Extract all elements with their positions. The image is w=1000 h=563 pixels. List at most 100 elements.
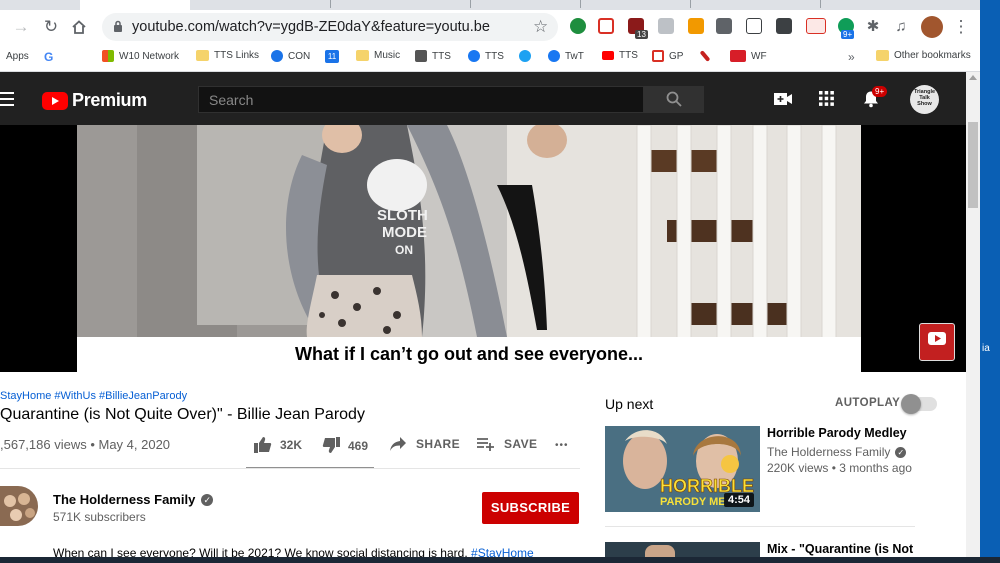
apps-grid-icon[interactable] — [819, 91, 834, 111]
caption-bar: What if I can’t go out and see everyone.… — [77, 337, 861, 372]
sign-extension-icon[interactable] — [806, 18, 826, 34]
channel-name[interactable]: The Holderness Family ✓ — [53, 492, 214, 507]
svg-text:SLOTH: SLOTH — [377, 207, 428, 224]
bookmark-twitter[interactable] — [519, 50, 536, 62]
youtube-header: Premium Search 9+ Triangle Talk Show — [0, 72, 966, 125]
bookmark-twt[interactable]: TwT — [548, 50, 584, 62]
bookmark-star-icon[interactable]: ☆ — [533, 17, 548, 37]
verified-check-icon: ✓ — [201, 493, 214, 506]
info-extension-icon[interactable] — [776, 18, 792, 34]
address-bar[interactable]: youtube.com/watch?v=ygdB-ZE0daY&feature=… — [102, 13, 558, 41]
subscribe-button[interactable]: SUBSCRIBE — [482, 492, 579, 524]
channel-avatar[interactable] — [0, 486, 38, 526]
reload-icon[interactable]: ↻ — [40, 16, 62, 38]
bookmark-feather[interactable] — [699, 50, 712, 62]
up-next-heading: Up next — [605, 396, 654, 412]
hashtags-line[interactable]: StayHome #WithUs #BillieJeanParody — [0, 390, 187, 402]
verified-check-icon: ✓ — [895, 446, 907, 458]
bookmark-tts-links[interactable]: TTS Links — [196, 50, 259, 61]
facebook-icon — [468, 50, 480, 62]
menu-kebab-icon[interactable]: ⋮ — [950, 16, 972, 38]
wf-icon — [730, 50, 746, 62]
desktop-label: ia — [982, 343, 990, 354]
share-button[interactable]: SHARE — [390, 437, 460, 451]
comment-extension-icon[interactable] — [658, 18, 674, 34]
hamburger-menu-icon[interactable] — [0, 92, 14, 106]
premium-wordmark: Premium — [72, 90, 147, 110]
like-button[interactable]: 32K — [254, 436, 302, 453]
media-queue-icon[interactable]: ♫ — [890, 16, 912, 38]
video-player[interactable]: SLOTH MODE ON What if I can’t go out and… — [0, 125, 966, 372]
bookmark-google[interactable]: G — [44, 50, 53, 64]
search-icon — [666, 91, 682, 112]
tab-strip — [0, 0, 1000, 10]
create-video-icon[interactable] — [774, 92, 792, 111]
like-count: 32K — [280, 437, 303, 452]
subscribe-label: SUBSCRIBE — [490, 500, 571, 515]
more-actions-icon[interactable]: ••• — [555, 440, 569, 451]
bookmark-calendar[interactable]: 11 — [325, 50, 344, 63]
feather-icon — [699, 50, 711, 62]
bookmark-con[interactable]: CON — [271, 50, 310, 62]
youtube-logo[interactable]: Premium — [42, 90, 147, 111]
gmail-icon — [652, 50, 664, 62]
rss-extension-icon[interactable] — [688, 18, 704, 34]
autoplay-toggle[interactable] — [901, 394, 937, 414]
bookmark-tts-facebook[interactable]: TTS — [468, 50, 504, 62]
windows-icon — [102, 50, 114, 62]
contact-icon — [271, 50, 283, 62]
bookmark-music[interactable]: Music — [356, 50, 400, 61]
page-scrollbar[interactable] — [966, 72, 980, 557]
plus-extension-icon[interactable] — [746, 18, 762, 34]
scroll-thumb[interactable] — [968, 122, 978, 208]
video-title: Quarantine (is Not Quite Over)" - Billie… — [0, 406, 365, 423]
bookmark-tts[interactable]: TTS — [415, 50, 451, 62]
twitter-icon — [519, 50, 531, 62]
tts-icon — [415, 50, 427, 62]
subscriber-count: 571K subscribers — [53, 510, 146, 524]
puzzle-icon[interactable]: ✱ — [862, 16, 884, 38]
forward-icon[interactable]: → — [10, 16, 32, 38]
rec-thumbnail[interactable]: HORRIBLE PARODY ME 4:54 — [605, 426, 760, 512]
rec-title-2[interactable]: Mix - "Quarantine (is Not — [767, 542, 913, 556]
browser-toolbar: → ↻ youtube.com/watch?v=ygdB-ZE0daY&feat… — [0, 10, 980, 44]
bookmark-tts-youtube[interactable]: TTS — [602, 50, 638, 61]
scroll-up-arrow[interactable] — [969, 75, 977, 80]
caption-text: What if I can’t go out and see everyone.… — [294, 344, 644, 364]
gmail-extension-icon[interactable] — [598, 18, 614, 34]
browser-tab[interactable] — [80, 0, 190, 10]
account-avatar[interactable]: Triangle Talk Show — [910, 85, 939, 114]
rec-thumbnail-2[interactable] — [605, 542, 760, 557]
dislike-button[interactable]: 469 — [322, 437, 368, 454]
youtube-icon — [602, 51, 614, 60]
bookmark-wf[interactable]: WF — [730, 50, 767, 62]
pin-extension-icon[interactable] — [716, 18, 732, 34]
desktop-background: ia — [980, 0, 1000, 557]
bookmark-apps[interactable]: Apps — [6, 50, 29, 62]
bookmarks-overflow[interactable]: » — [848, 50, 855, 64]
svg-text:MODE: MODE — [382, 224, 427, 241]
rec-channel[interactable]: The Holderness Family ✓ — [767, 445, 907, 459]
save-button[interactable]: SAVE — [477, 437, 537, 451]
svg-text:PARODY ME: PARODY ME — [660, 496, 726, 508]
extension-green-icon[interactable] — [570, 18, 586, 34]
search-button[interactable] — [644, 86, 704, 113]
svg-text:ON: ON — [395, 243, 413, 257]
lock-icon — [113, 20, 123, 38]
search-input[interactable]: Search — [198, 86, 644, 113]
profile-avatar[interactable] — [921, 16, 943, 38]
subscribe-watermark-icon[interactable] — [919, 323, 955, 361]
facebook-icon — [548, 50, 560, 62]
home-icon[interactable] — [68, 16, 90, 38]
video-frame: SLOTH MODE ON — [77, 125, 861, 372]
save-label: SAVE — [504, 437, 538, 451]
folder-icon — [876, 50, 889, 61]
url-text: youtube.com/watch?v=ygdB-ZE0daY&feature=… — [132, 19, 490, 35]
rec-title[interactable]: Horrible Parody Medley — [767, 426, 907, 440]
video-scene: SLOTH MODE ON — [77, 125, 861, 372]
bookmark-other[interactable]: Other bookmarks — [876, 50, 971, 61]
thumbs-up-icon — [254, 437, 272, 453]
bookmark-gp[interactable]: GP — [652, 50, 683, 62]
watch-page-content: StayHome #WithUs #BillieJeanParody Quara… — [0, 372, 966, 560]
bookmark-w10-network[interactable]: W10 Network — [102, 50, 179, 62]
